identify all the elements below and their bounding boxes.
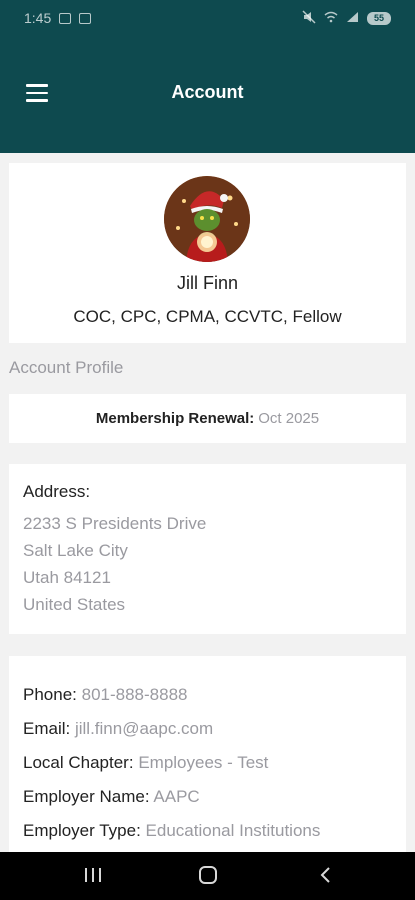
local-chapter-row: Local Chapter: Employees - Test (23, 753, 268, 773)
email-row: Email: jill.finn@aapc.com (23, 719, 213, 739)
employer-name-row: Employer Name: AAPC (23, 787, 200, 807)
address-line: Utah 84121 (23, 568, 111, 587)
home-icon[interactable] (199, 866, 217, 884)
recents-icon[interactable] (85, 868, 101, 882)
local-chapter-value: Employees - Test (138, 753, 269, 772)
back-icon[interactable] (318, 866, 334, 884)
employer-type-row: Employer Type: Educational Institutions (23, 821, 320, 841)
phone-row: Phone: 801-888-8888 (23, 685, 188, 705)
employer-type-value: Educational Institutions (145, 821, 321, 840)
local-chapter-label: Local Chapter: (23, 753, 134, 772)
mute-icon (302, 9, 316, 27)
status-bar: 1:45 55 (0, 0, 415, 36)
status-time: 1:45 (24, 10, 52, 26)
renewal-card: Membership Renewal: Oct 2025 (9, 394, 406, 443)
employer-name-label: Employer Name: (23, 787, 150, 806)
phone-value[interactable]: 801-888-8888 (82, 685, 188, 704)
address-label: Address: (23, 482, 91, 501)
renewal-value: Oct 2025 (258, 410, 320, 427)
address-line: United States (23, 595, 126, 614)
profile-name: Jill Finn (176, 273, 238, 293)
system-nav-bar (0, 852, 415, 900)
battery-icon: 55 (367, 11, 391, 25)
signal-icon (346, 10, 359, 26)
notification-icon (79, 12, 92, 24)
contact-card: Phone: 801-888-8888 Email: jill.finn@aap… (9, 656, 406, 856)
email-label: Email: (23, 719, 71, 738)
notification-icon (59, 12, 72, 24)
avatar[interactable] (164, 176, 250, 262)
profile-card: Jill Finn COC, CPC, CPMA, CCVTC, Fellow (9, 163, 406, 343)
address-line: Salt Lake City (23, 541, 128, 560)
page-title: Account (171, 82, 244, 102)
address-card: Address: 2233 S Presidents Drive Salt La… (9, 464, 406, 634)
app-bar: Account (0, 60, 415, 126)
employer-type-label: Employer Type: (23, 821, 141, 840)
app-header: 1:45 55 Account (0, 0, 415, 153)
address-line: 2233 S Presidents Drive (23, 514, 207, 533)
phone-label: Phone: (23, 685, 77, 704)
renewal-label: Membership Renewal: (95, 410, 255, 427)
email-value[interactable]: jill.finn@aapc.com (75, 719, 213, 738)
section-heading: Account Profile (9, 358, 124, 377)
employer-name-value: AAPC (153, 787, 200, 806)
wifi-icon (324, 10, 338, 26)
profile-credentials: COC, CPC, CPMA, CCVTC, Fellow (73, 307, 342, 326)
